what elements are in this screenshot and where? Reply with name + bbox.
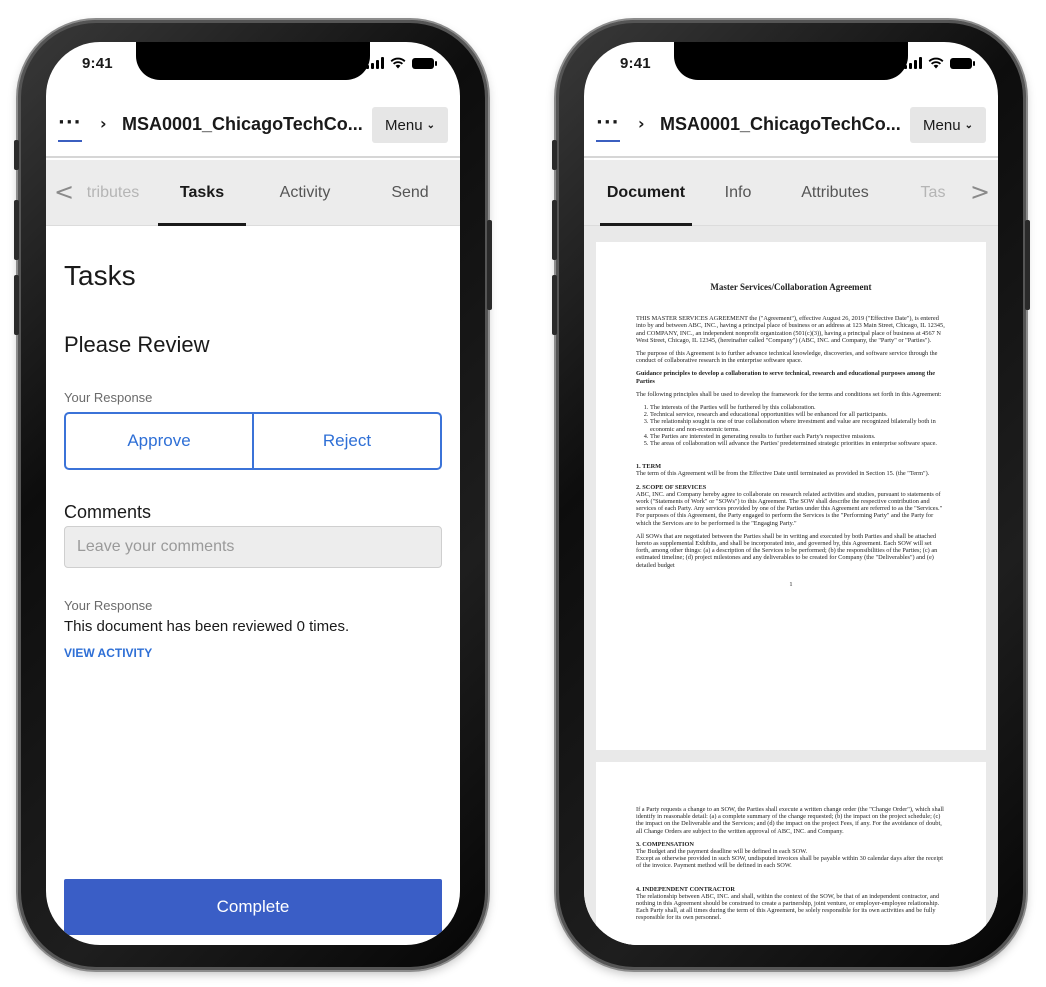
list-item: The interests of the Parties will be fur… — [650, 404, 946, 411]
reject-button[interactable]: Reject — [252, 414, 440, 468]
list-item: The areas of collaboration will advance … — [650, 440, 946, 447]
tab-info[interactable]: Info — [714, 160, 762, 226]
doc-paragraph: The purpose of this Agreement is to furt… — [636, 350, 938, 365]
list-item: Technical service, research and educatio… — [650, 411, 946, 418]
phone-frame-right: 9:41 ··· › MSA0001_ChicagoTechCo... Menu… — [552, 20, 1030, 970]
tab-attributes[interactable]: tributes — [76, 160, 150, 226]
menu-button-label: Menu — [923, 116, 961, 134]
response-label-secondary: Your Response — [64, 598, 153, 613]
tab-bar: < tributes Tasks Activity Send — [46, 160, 460, 226]
doc-subheading: Guidance principles to develop a collabo… — [636, 370, 936, 385]
chevron-down-icon: ⌄ — [426, 119, 435, 131]
view-activity-link[interactable]: VIEW ACTIVITY — [64, 646, 152, 660]
doc-paragraph: The following principles shall be used t… — [636, 390, 942, 398]
document-page-2: If a Party requests a change to an SOW, … — [596, 762, 986, 945]
document-header: ··· › MSA0001_ChicagoTechCo... Menu ⌄ — [584, 98, 998, 158]
doc-paragraph: The term of this Agreement will be from … — [636, 470, 930, 478]
review-count-text: This document has been reviewed 0 times. — [64, 618, 350, 635]
screen-tasks: 9:41 ··· › MSA0001_ChicagoTechCo... Menu… — [46, 42, 460, 945]
status-time: 9:41 — [620, 55, 651, 72]
section-heading: 3. COMPENSATION — [636, 840, 694, 848]
wifi-icon — [928, 57, 944, 69]
tab-document[interactable]: Document — [600, 160, 692, 226]
chevron-left-icon[interactable]: < — [54, 178, 74, 206]
doc-paragraph: All SOWs that are negotiated between the… — [636, 532, 938, 569]
tab-send[interactable]: Send — [378, 160, 442, 226]
doc-paragraph: If a Party requests a change to an SOW, … — [636, 806, 944, 835]
menu-button-label: Menu — [385, 116, 423, 134]
more-options-icon[interactable]: ··· — [58, 112, 82, 142]
menu-button[interactable]: Menu ⌄ — [910, 107, 986, 143]
tasks-heading: Tasks — [64, 260, 136, 291]
comments-input[interactable]: Leave your comments — [64, 526, 442, 568]
tab-bar: Document Info Attributes Tas > — [584, 160, 998, 226]
phone-frame-left: 9:41 ··· › MSA0001_ChicagoTechCo... Menu… — [14, 20, 492, 970]
document-heading: Master Services/Collaboration Agreement — [710, 282, 872, 292]
approve-button[interactable]: Approve — [66, 414, 252, 468]
document-page-1: Master Services/Collaboration Agreement … — [596, 242, 986, 750]
chevron-right-icon[interactable]: > — [970, 178, 990, 206]
status-time: 9:41 — [82, 55, 113, 72]
doc-paragraph: Except as otherwise provided in such SOW… — [636, 855, 944, 870]
doc-paragraph: The Budget and the payment deadline will… — [636, 848, 808, 856]
tab-tasks[interactable]: Tas — [912, 160, 954, 226]
doc-paragraph: ABC, INC. and Company hereby agree to co… — [636, 490, 943, 527]
document-viewer[interactable]: Master Services/Collaboration Agreement … — [584, 226, 998, 945]
document-title: MSA0001_ChicagoTechCo... — [122, 114, 363, 134]
response-label: Your Response — [64, 390, 153, 405]
doc-paragraph: THIS MASTER SERVICES AGREEMENT the ("Agr… — [636, 315, 945, 344]
list-item: The Parties are interested in generating… — [650, 433, 946, 440]
doc-paragraph: The relationship between ABC, INC. and s… — [636, 892, 940, 922]
screen-document: 9:41 ··· › MSA0001_ChicagoTechCo... Menu… — [584, 42, 998, 945]
document-header: ··· › MSA0001_ChicagoTechCo... Menu ⌄ — [46, 98, 460, 158]
more-options-icon[interactable]: ··· — [596, 112, 620, 142]
section-heading: 1. TERM — [636, 463, 662, 471]
chevron-right-icon: › — [638, 114, 645, 133]
tab-tasks[interactable]: Tasks — [158, 160, 246, 226]
document-title: MSA0001_ChicagoTechCo... — [660, 114, 901, 134]
notch — [674, 42, 908, 80]
section-heading: 2. SCOPE OF SERVICES — [636, 483, 707, 491]
menu-button[interactable]: Menu ⌄ — [372, 107, 448, 143]
task-title: Please Review — [64, 332, 210, 357]
chevron-right-icon: › — [100, 114, 107, 133]
principles-list: The interests of the Parties will be fur… — [650, 404, 946, 447]
tab-activity[interactable]: Activity — [260, 160, 350, 226]
battery-icon — [950, 57, 975, 69]
notch — [136, 42, 370, 80]
wifi-icon — [390, 57, 406, 69]
page-number: 1 — [789, 580, 793, 588]
battery-icon — [412, 57, 437, 69]
complete-button[interactable]: Complete — [64, 879, 442, 935]
section-heading: 4. INDEPENDENT CONTRACTOR — [636, 885, 735, 893]
tab-attributes[interactable]: Attributes — [790, 160, 880, 226]
chevron-down-icon: ⌄ — [964, 119, 973, 131]
list-item: The relationship sought is one of true c… — [650, 418, 946, 432]
comments-label: Comments — [64, 502, 152, 522]
response-toggle: Approve Reject — [64, 412, 442, 470]
